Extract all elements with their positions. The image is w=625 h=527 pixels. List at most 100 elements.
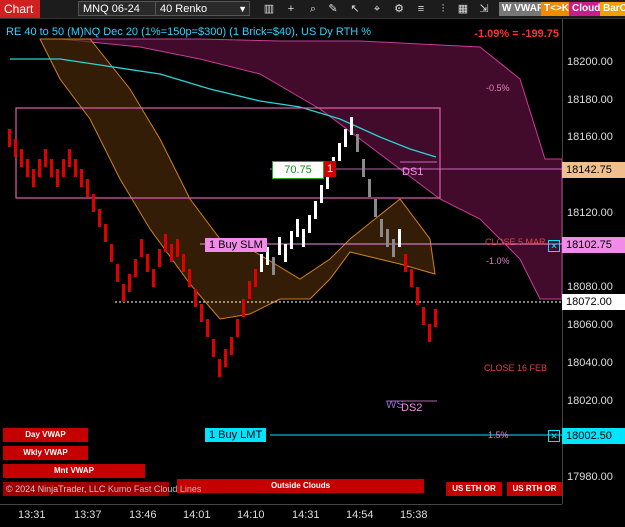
renko-brick: [338, 143, 341, 161]
renko-brick: [170, 244, 173, 262]
chevron-down-icon: ▼: [238, 4, 247, 14]
scroll-icon[interactable]: ⇲: [477, 2, 491, 16]
buy-lmt-order[interactable]: 1 Buy LMT: [205, 428, 267, 442]
renko-brick: [74, 159, 77, 177]
renko-brick: [80, 169, 83, 187]
copyright-text: © 2024 NinjaTrader, LLC Kumo Fast Cloud …: [6, 484, 201, 494]
time-tick: 13:37: [74, 509, 102, 521]
bar-type-value: 40 Renko: [160, 3, 208, 15]
renko-brick: [50, 159, 53, 177]
time-tick: 13:46: [129, 509, 157, 521]
stop-qty-box[interactable]: 1: [324, 161, 336, 177]
renko-brick: [362, 159, 365, 177]
chart-toolbar: Chart MNQ 06-24 ▼ 40 Renko ▼ ▥ + ⌕ ✎ ↖ ⌖…: [0, 0, 625, 19]
buy-slm-order[interactable]: 1 Buy SLM: [205, 238, 267, 252]
renko-brick: [368, 179, 371, 197]
renko-brick: [380, 219, 383, 237]
instrument-value: MNQ 06-24: [83, 3, 140, 15]
renko-brick: [278, 237, 281, 255]
chart-title: RE 40 to 50 (M)NQ Dec 20 (1%=150p=$300) …: [6, 26, 372, 38]
pct-label-neg05: -0.5%: [486, 83, 510, 93]
price-tick: 18060.00: [567, 319, 613, 331]
tk-button[interactable]: T<>K: [541, 2, 573, 16]
renko-brick: [146, 254, 149, 272]
plus-icon[interactable]: +: [284, 2, 298, 16]
renko-brick: [302, 229, 305, 247]
renko-brick: [350, 117, 353, 135]
chart-tab[interactable]: Chart: [0, 0, 40, 18]
renko-brick: [218, 359, 221, 377]
cursor-icon[interactable]: ↖: [348, 2, 362, 16]
settings-icon[interactable]: ⚙: [392, 2, 406, 16]
bar-chart-icon[interactable]: ▥: [262, 2, 276, 16]
renko-brick: [206, 319, 209, 337]
close5-label: CLOSE 5 MAR: [485, 237, 546, 247]
copyright-value: © 2024 NinjaTrader, LLC: [6, 484, 106, 494]
renko-brick: [20, 149, 23, 167]
wkly-vwap-button[interactable]: Wkly VWAP: [3, 446, 88, 460]
pencil-icon[interactable]: ✎: [326, 2, 340, 16]
renko-brick: [98, 209, 101, 227]
price-tag-lmt: 18002.50: [562, 428, 625, 444]
renko-brick: [152, 269, 155, 287]
bars-icon[interactable]: ⫶: [436, 2, 450, 16]
us-eth-or-button[interactable]: US ETH OR: [446, 482, 502, 496]
grid-icon[interactable]: ▦: [456, 2, 470, 16]
renko-brick: [260, 254, 263, 272]
pct-label-15: 1.5%: [488, 430, 509, 440]
zoom-icon[interactable]: ⌕: [306, 2, 320, 16]
renko-brick: [254, 269, 257, 287]
renko-brick: [398, 229, 401, 247]
renko-brick: [44, 149, 47, 167]
renko-brick: [272, 257, 275, 275]
price-tick: 17980.00: [567, 471, 613, 483]
mnt-vwap-button[interactable]: Mnt VWAP: [3, 464, 145, 478]
renko-brick: [386, 229, 389, 247]
renko-brick: [56, 169, 59, 187]
us-rth-or-button[interactable]: US RTH OR: [507, 482, 562, 496]
time-tick: 14:54: [346, 509, 374, 521]
close-icon[interactable]: ✕: [548, 430, 560, 442]
renko-brick: [38, 159, 41, 177]
time-tick: 15:38: [400, 509, 428, 521]
renko-brick: [248, 281, 251, 299]
renko-brick: [356, 134, 359, 152]
renko-brick: [290, 231, 293, 249]
renko-brick: [422, 307, 425, 325]
ds2-label: DS2: [401, 402, 423, 414]
renko-brick: [188, 269, 191, 287]
renko-brick: [164, 234, 167, 252]
renko-brick: [32, 169, 35, 187]
renko-brick: [110, 244, 113, 262]
price-tick: 18040.00: [567, 357, 613, 369]
renko-brick: [242, 299, 245, 317]
bar-type-select[interactable]: 40 Renko ▼: [155, 1, 250, 16]
close-icon[interactable]: ✕: [548, 240, 560, 252]
renko-brick: [86, 179, 89, 197]
renko-brick: [404, 254, 407, 272]
renko-brick: [392, 239, 395, 257]
outside-clouds-button[interactable]: Outside Clouds: [177, 479, 424, 493]
kumo-text: Kumo Fast Cloud Lines: [107, 484, 202, 494]
renko-brick: [296, 219, 299, 237]
renko-brick: [410, 269, 413, 287]
renko-brick: [308, 215, 311, 233]
w-vwap-button[interactable]: W VWAP: [499, 2, 547, 16]
cloud-button[interactable]: Cloud: [569, 2, 604, 16]
barco-button[interactable]: BarCo: [600, 2, 625, 16]
stop-value-box[interactable]: 70.75: [272, 161, 324, 179]
renko-brick: [122, 284, 125, 302]
day-vwap-button[interactable]: Day VWAP: [3, 428, 88, 442]
renko-brick: [182, 254, 185, 272]
renko-brick: [14, 139, 17, 157]
price-tick: 18120.00: [567, 207, 613, 219]
renko-brick: [128, 274, 131, 292]
time-axis[interactable]: 13:31 13:37 13:46 14:01 14:10 14:31 14:5…: [0, 504, 562, 527]
time-tick: 14:01: [183, 509, 211, 521]
renko-brick: [194, 289, 197, 307]
crosshair-icon[interactable]: ⌖: [370, 2, 384, 16]
renko-brick: [374, 199, 377, 217]
renko-brick: [200, 304, 203, 322]
list-icon[interactable]: ≡: [414, 2, 428, 16]
ds1-label: DS1: [402, 166, 424, 178]
